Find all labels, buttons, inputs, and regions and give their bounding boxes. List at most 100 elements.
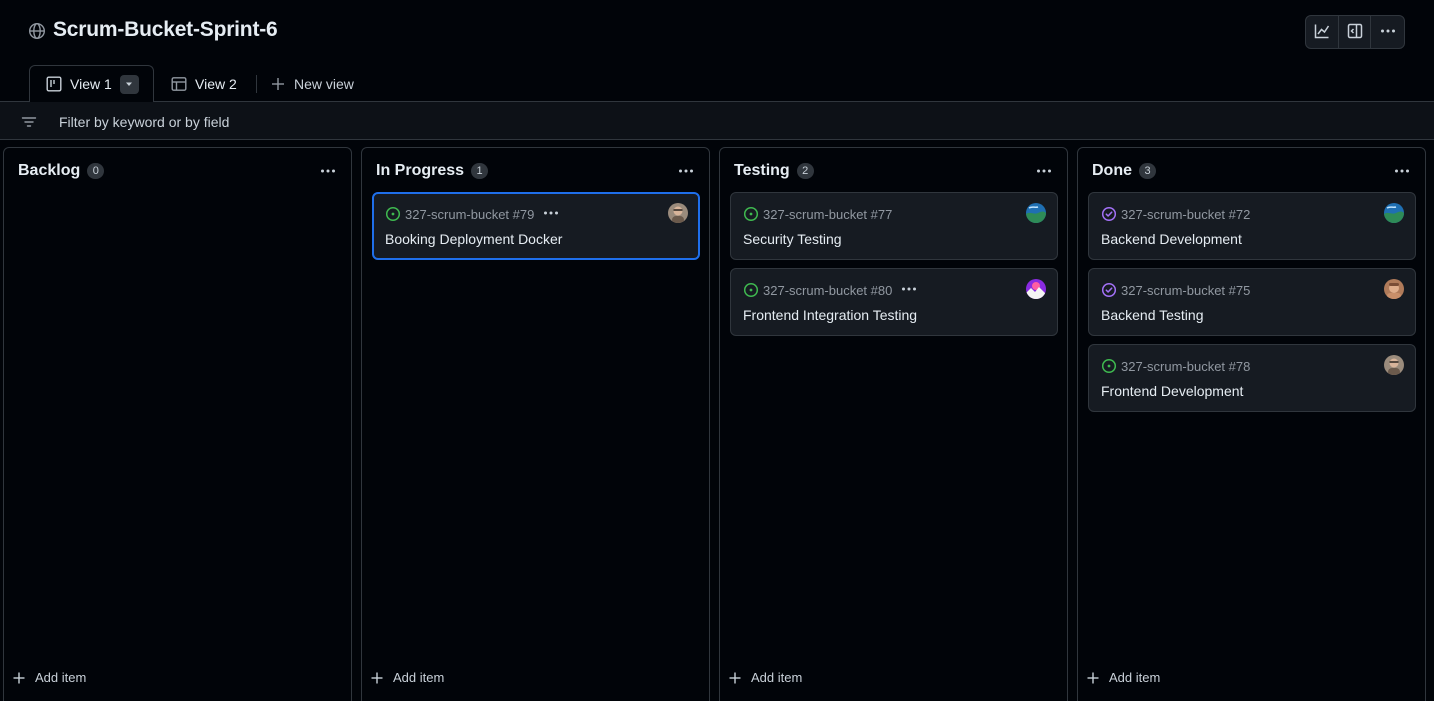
column-title: Done bbox=[1092, 162, 1132, 179]
issue-card[interactable]: 327-scrum-bucket #79 Booking Deployment D… bbox=[372, 192, 700, 260]
issue-card[interactable]: 327-scrum-bucket #77 Security Testing bbox=[730, 192, 1058, 260]
tab-options-button[interactable] bbox=[119, 74, 139, 94]
filter-icon[interactable] bbox=[21, 114, 37, 130]
more-options-button[interactable] bbox=[1371, 16, 1404, 48]
table-icon bbox=[171, 76, 187, 92]
kebab-horizontal-icon bbox=[320, 163, 336, 182]
column-count-badge: 0 bbox=[87, 163, 105, 179]
project-board-icon bbox=[46, 76, 62, 92]
assignee-avatar[interactable] bbox=[1384, 203, 1404, 223]
column-count-badge: 3 bbox=[1139, 163, 1156, 179]
board-column: Testing 2 Add item 327-scrum-bucket #77 Secu… bbox=[719, 147, 1068, 701]
issue-closed-icon bbox=[1101, 282, 1117, 298]
add-item-button[interactable]: Add item bbox=[13, 670, 86, 685]
tab-label: View 2 bbox=[195, 75, 237, 92]
kebab-horizontal-icon bbox=[1036, 163, 1052, 182]
add-item-button[interactable]: Add item bbox=[371, 670, 444, 685]
card-menu-button[interactable] bbox=[900, 283, 918, 297]
side-panel-button[interactable] bbox=[1339, 16, 1372, 48]
card-meta: 327-scrum-bucket #75 bbox=[1101, 282, 1250, 298]
tab-view-2[interactable]: View 2 bbox=[171, 65, 237, 102]
column-count-badge: 1 bbox=[471, 163, 489, 179]
add-item-button[interactable]: Add item bbox=[1087, 670, 1160, 685]
card-title[interactable]: Frontend Integration Testing bbox=[743, 307, 917, 323]
card-meta: 327-scrum-bucket #77 bbox=[743, 206, 892, 222]
plus-icon bbox=[13, 672, 25, 684]
issue-reference[interactable]: 327-scrum-bucket #75 bbox=[1121, 283, 1250, 298]
column-title: Testing bbox=[734, 162, 790, 179]
issue-card[interactable]: 327-scrum-bucket #75 Backend Testing bbox=[1088, 268, 1416, 336]
assignee-avatar[interactable] bbox=[668, 203, 688, 223]
assignee-avatar[interactable] bbox=[1384, 279, 1404, 299]
issue-opened-icon bbox=[385, 206, 401, 222]
column-header: In Progress 1 bbox=[376, 162, 489, 180]
filter-input[interactable] bbox=[59, 112, 759, 132]
add-item-label: Add item bbox=[1109, 670, 1161, 685]
card-menu-button[interactable] bbox=[542, 207, 560, 221]
add-item-label: Add item bbox=[393, 670, 445, 685]
issue-reference[interactable]: 327-scrum-bucket #78 bbox=[1121, 359, 1250, 374]
column-count-badge: 2 bbox=[796, 163, 814, 179]
assignee-avatar[interactable] bbox=[1384, 355, 1404, 375]
tab-label: View 1 bbox=[70, 76, 112, 92]
issue-opened-icon bbox=[1101, 358, 1117, 374]
filter-bar bbox=[0, 102, 1434, 140]
column-title: In Progress bbox=[376, 162, 465, 179]
issue-opened-icon bbox=[743, 282, 759, 298]
plus-icon bbox=[371, 672, 383, 684]
board-column: In Progress 1 Add item 327-scrum-bucket #79… bbox=[361, 147, 710, 701]
issue-reference[interactable]: 327-scrum-bucket #77 bbox=[763, 207, 892, 222]
card-meta: 327-scrum-bucket #78 bbox=[1101, 358, 1250, 374]
column-menu-button[interactable] bbox=[317, 164, 339, 180]
card-title[interactable]: Backend Development bbox=[1101, 231, 1242, 247]
issue-opened-icon bbox=[743, 206, 759, 222]
sidebar-expand-icon bbox=[1347, 23, 1363, 42]
tab-divider bbox=[256, 75, 257, 93]
kebab-horizontal-icon bbox=[543, 205, 559, 224]
kebab-horizontal-icon bbox=[901, 281, 917, 300]
new-view-label: New view bbox=[294, 75, 354, 92]
issue-card[interactable]: 327-scrum-bucket #78 Frontend Development bbox=[1088, 344, 1416, 412]
column-menu-button[interactable] bbox=[1033, 164, 1055, 180]
tab-view-1[interactable]: View 1 bbox=[29, 65, 154, 103]
card-meta: 327-scrum-bucket #72 bbox=[1101, 206, 1250, 222]
card-title[interactable]: Booking Deployment Docker bbox=[385, 231, 562, 247]
plus-icon bbox=[270, 76, 286, 92]
column-header: Done 3 bbox=[1092, 162, 1156, 180]
issue-reference[interactable]: 327-scrum-bucket #72 bbox=[1121, 207, 1250, 222]
column-menu-button[interactable] bbox=[1391, 164, 1413, 180]
header-actions bbox=[1305, 15, 1405, 49]
board-column: Backlog 0 Add item bbox=[3, 147, 352, 701]
issue-closed-icon bbox=[1101, 206, 1117, 222]
column-title: Backlog bbox=[18, 162, 81, 179]
plus-icon bbox=[729, 672, 741, 684]
card-title[interactable]: Frontend Development bbox=[1101, 383, 1243, 399]
card-title[interactable]: Security Testing bbox=[743, 231, 842, 247]
assignee-avatar[interactable] bbox=[1026, 279, 1046, 299]
new-view-button[interactable]: New view bbox=[270, 65, 354, 102]
project-title: Scrum-Bucket-Sprint-6 bbox=[53, 18, 278, 41]
kebab-horizontal-icon bbox=[678, 163, 694, 182]
add-item-label: Add item bbox=[35, 670, 87, 685]
issue-reference[interactable]: 327-scrum-bucket #79 bbox=[405, 207, 534, 222]
view-tabs: View 1 View 2 New view bbox=[0, 64, 1434, 103]
board-column: Done 3 Add item 327-scrum-bucket #72 Backend… bbox=[1077, 147, 1426, 701]
issue-card[interactable]: 327-scrum-bucket #72 Backend Development bbox=[1088, 192, 1416, 260]
issue-reference[interactable]: 327-scrum-bucket #80 bbox=[763, 283, 892, 298]
assignee-avatar[interactable] bbox=[1026, 203, 1046, 223]
add-item-label: Add item bbox=[751, 670, 803, 685]
add-item-button[interactable]: Add item bbox=[729, 670, 802, 685]
column-header: Backlog 0 bbox=[18, 162, 105, 180]
issue-card[interactable]: 327-scrum-bucket #80 Frontend Integration… bbox=[730, 268, 1058, 336]
project-header: Scrum-Bucket-Sprint-6 bbox=[0, 0, 1434, 64]
plus-icon bbox=[1087, 672, 1099, 684]
triangle-down-icon bbox=[126, 82, 133, 86]
column-header: Testing 2 bbox=[734, 162, 814, 180]
card-meta: 327-scrum-bucket #80 bbox=[743, 282, 918, 298]
kebab-horizontal-icon bbox=[1394, 163, 1410, 182]
insights-button[interactable] bbox=[1306, 16, 1339, 48]
column-menu-button[interactable] bbox=[675, 164, 697, 180]
kebab-horizontal-icon bbox=[1380, 23, 1396, 42]
globe-icon bbox=[28, 22, 46, 40]
card-title[interactable]: Backend Testing bbox=[1101, 307, 1203, 323]
